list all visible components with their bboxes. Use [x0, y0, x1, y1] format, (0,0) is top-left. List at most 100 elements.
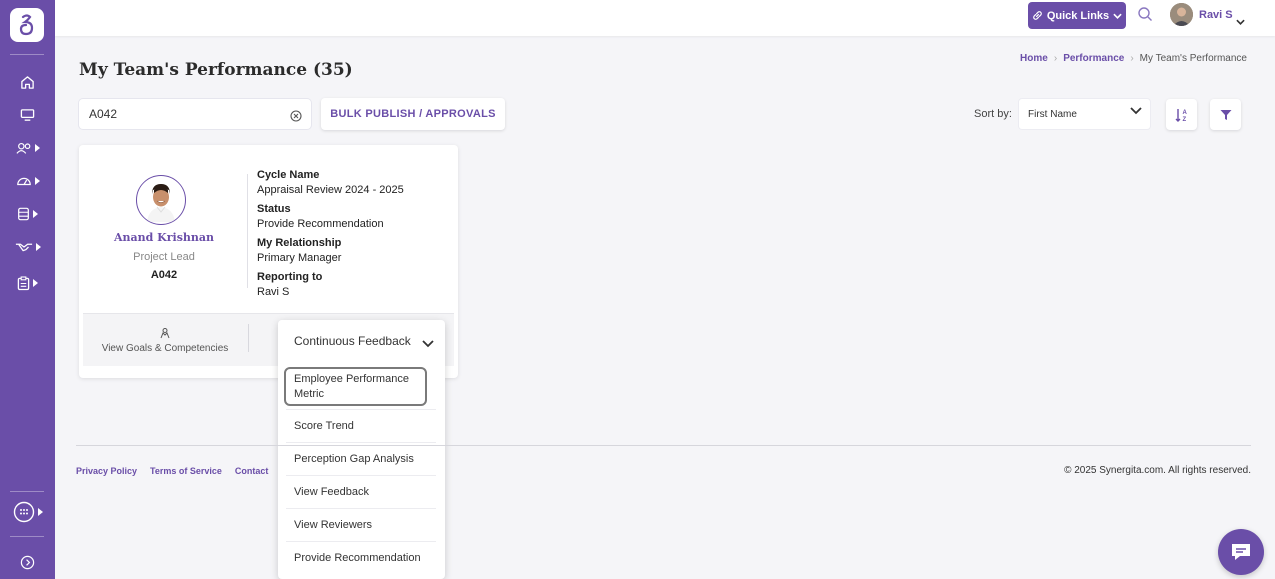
breadcrumb-current: My Team's Performance [1139, 53, 1247, 64]
expand-caret-icon [35, 243, 41, 251]
sort-alpha-icon: AZ [1175, 108, 1187, 123]
breadcrumb: Home › Performance › My Team's Performan… [1020, 53, 1247, 64]
employee-id: A042 [150, 269, 178, 281]
cycle-name-value: Appraisal Review 2024 - 2025 [257, 184, 404, 196]
expand-caret-icon [33, 210, 38, 218]
sidebar-item-database[interactable] [0, 199, 55, 229]
employee-role: Project Lead [133, 251, 195, 263]
chevron-down-icon [1113, 13, 1122, 19]
status-label: Status [257, 203, 291, 215]
terms-of-service-link[interactable]: Terms of Service [150, 466, 222, 476]
dashboard-icon [16, 177, 31, 186]
status-value: Provide Recommendation [257, 218, 384, 230]
chevron-down-icon [422, 337, 434, 351]
breadcrumb-performance[interactable]: Performance [1063, 53, 1124, 64]
expand-caret-icon [33, 279, 38, 287]
employee-name[interactable]: Anand Krishnan [79, 231, 249, 244]
employee-photo [139, 178, 183, 222]
menu-item-perception-gap-analysis[interactable]: Perception Gap Analysis [286, 442, 436, 475]
sidebar-item-home[interactable] [0, 67, 55, 97]
dropdown-selected-label: Continuous Feedback [294, 334, 411, 348]
footer-divider [248, 324, 249, 352]
menu-item-provide-recommendation[interactable]: Provide Recommendation [286, 541, 436, 574]
menu-item-employee-performance-metric[interactable]: Employee Performance Metric [284, 367, 427, 406]
expand-caret-icon [34, 144, 40, 152]
view-goals-competencies-link[interactable]: View Goals & Competencies [83, 314, 247, 367]
team-icon [15, 142, 30, 154]
employee-avatar [136, 175, 186, 225]
sidebar-item-monitor[interactable] [0, 100, 55, 130]
employee-search-box [79, 99, 311, 129]
chat-icon [1232, 544, 1250, 560]
goals-icon [160, 328, 170, 339]
search-icon [1138, 7, 1152, 21]
sidebar [0, 0, 55, 579]
reporting-to-label: Reporting to [257, 271, 323, 283]
contact-link[interactable]: Contact [235, 466, 269, 476]
link-icon [1033, 11, 1042, 20]
quick-links-label: Quick Links [1046, 9, 1110, 22]
global-search-button[interactable] [1137, 6, 1153, 26]
goals-link-label: View Goals & Competencies [101, 343, 229, 354]
menu-item-view-reviewers[interactable]: View Reviewers [286, 508, 436, 541]
menu-item-view-feedback[interactable]: View Feedback [286, 475, 436, 508]
breadcrumb-separator-icon: › [1053, 53, 1058, 64]
sidebar-item-apps[interactable] [0, 497, 55, 527]
clear-search-button[interactable] [290, 107, 302, 126]
sort-label: Sort by: [974, 108, 1012, 120]
monitor-icon [20, 109, 35, 121]
apps-icon [13, 501, 34, 523]
sidebar-divider [10, 54, 44, 55]
footer-links: Privacy Policy Terms of Service Contact [76, 466, 268, 476]
breadcrumb-separator-icon: › [1130, 53, 1134, 64]
svg-text:A: A [1182, 110, 1187, 116]
relationship-value: Primary Manager [257, 252, 342, 264]
expand-caret-icon [34, 177, 40, 185]
home-icon [21, 75, 34, 89]
expand-caret-icon [37, 508, 43, 516]
card-divider [247, 174, 248, 288]
expand-arrow-icon [20, 555, 35, 569]
filter-button[interactable] [1210, 99, 1241, 130]
filter-icon [1220, 109, 1231, 120]
sidebar-collapse-button[interactable] [0, 547, 55, 577]
sidebar-item-clipboard[interactable] [0, 268, 55, 298]
actions-dropdown-toggle[interactable]: Continuous Feedback [278, 320, 445, 362]
sort-by-select[interactable]: First Name [1019, 99, 1150, 129]
reporting-to-value: Ravi S [257, 286, 290, 298]
chat-support-button[interactable] [1218, 529, 1264, 575]
chevron-down-icon [1130, 107, 1142, 118]
chevron-down-icon [1236, 19, 1245, 25]
svg-text:Z: Z [1182, 117, 1186, 123]
sort-order-button[interactable]: AZ [1166, 99, 1197, 130]
sidebar-item-dashboard[interactable] [0, 166, 55, 196]
handshake-icon [15, 243, 32, 252]
user-menu-toggle[interactable] [1236, 10, 1245, 29]
app-logo[interactable] [10, 8, 44, 42]
sidebar-divider [10, 536, 44, 537]
sidebar-item-handshake[interactable] [0, 232, 55, 262]
sidebar-divider [10, 491, 44, 492]
relationship-label: My Relationship [257, 237, 342, 249]
footer-divider [76, 445, 1251, 446]
user-name[interactable]: Ravi S [1199, 9, 1233, 21]
sidebar-item-team[interactable] [0, 133, 55, 163]
database-icon [18, 207, 29, 221]
quick-links-button[interactable]: Quick Links [1028, 2, 1126, 29]
user-photo [1170, 3, 1193, 26]
employee-search-input[interactable] [89, 107, 279, 121]
clipboard-icon [17, 275, 30, 290]
page-title: My Team's Performance (35) [79, 60, 353, 80]
clear-icon [290, 110, 302, 122]
breadcrumb-home[interactable]: Home [1020, 53, 1048, 64]
bulk-publish-approvals-button[interactable]: BULK PUBLISH / APPROVALS [321, 98, 505, 130]
employee-details: Cycle Name Appraisal Review 2024 - 2025 … [257, 168, 404, 304]
logo-icon [19, 14, 34, 36]
sort-selected-value: First Name [1028, 108, 1077, 120]
privacy-policy-link[interactable]: Privacy Policy [76, 466, 137, 476]
copyright-text: © 2025 Synergita.com. All rights reserve… [1064, 465, 1251, 476]
actions-dropdown-menu: Continuous Feedback Employee Performance… [278, 320, 445, 579]
cycle-name-label: Cycle Name [257, 169, 320, 181]
user-avatar[interactable] [1170, 3, 1193, 26]
menu-item-score-trend[interactable]: Score Trend [286, 409, 436, 442]
